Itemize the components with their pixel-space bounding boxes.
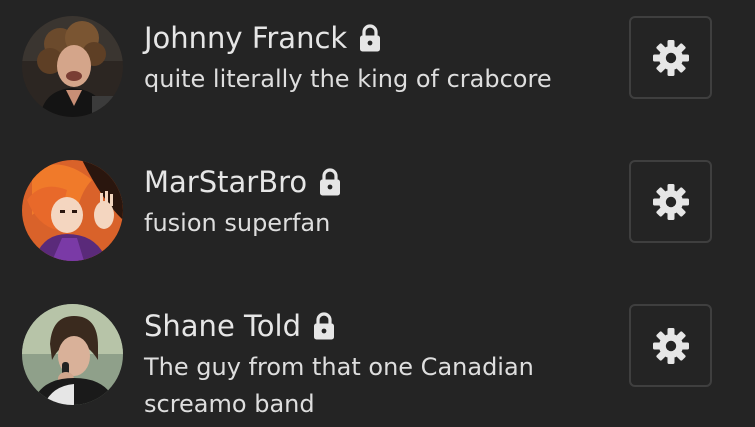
member-row: MarStarBro fusion superfan xyxy=(0,144,755,284)
member-avatar[interactable] xyxy=(22,160,123,261)
settings-button[interactable] xyxy=(629,304,712,387)
lock-icon xyxy=(358,23,382,53)
lock-icon xyxy=(312,311,336,341)
member-list: Johnny Franck quite literally the king o… xyxy=(0,0,755,427)
member-name-line: MarStarBro xyxy=(144,162,342,202)
member-avatar[interactable] xyxy=(22,16,123,117)
gear-icon xyxy=(652,39,689,76)
member-name-line: Shane Told xyxy=(144,306,336,346)
member-bio: The guy from that one Canadian screamo b… xyxy=(144,353,534,418)
member-row: Johnny Franck quite literally the king o… xyxy=(0,0,755,140)
gear-icon xyxy=(652,327,689,364)
gear-icon xyxy=(652,183,689,220)
member-bio: quite literally the king of crabcore xyxy=(144,65,552,93)
member-name: Johnny Franck xyxy=(144,21,348,55)
settings-button[interactable] xyxy=(629,16,712,99)
member-name-line: Johnny Franck xyxy=(144,18,382,58)
avatar-photo-icon xyxy=(22,304,123,405)
lock-icon xyxy=(318,167,342,197)
avatar-photo-icon xyxy=(22,16,123,117)
avatar-drawing-icon xyxy=(22,160,123,261)
member-row: Shane Told The guy from that one Canadia… xyxy=(0,288,755,427)
member-avatar[interactable] xyxy=(22,304,123,405)
member-bio: fusion superfan xyxy=(144,209,331,237)
member-name: Shane Told xyxy=(144,309,301,343)
member-name: MarStarBro xyxy=(144,165,308,199)
settings-button[interactable] xyxy=(629,160,712,243)
